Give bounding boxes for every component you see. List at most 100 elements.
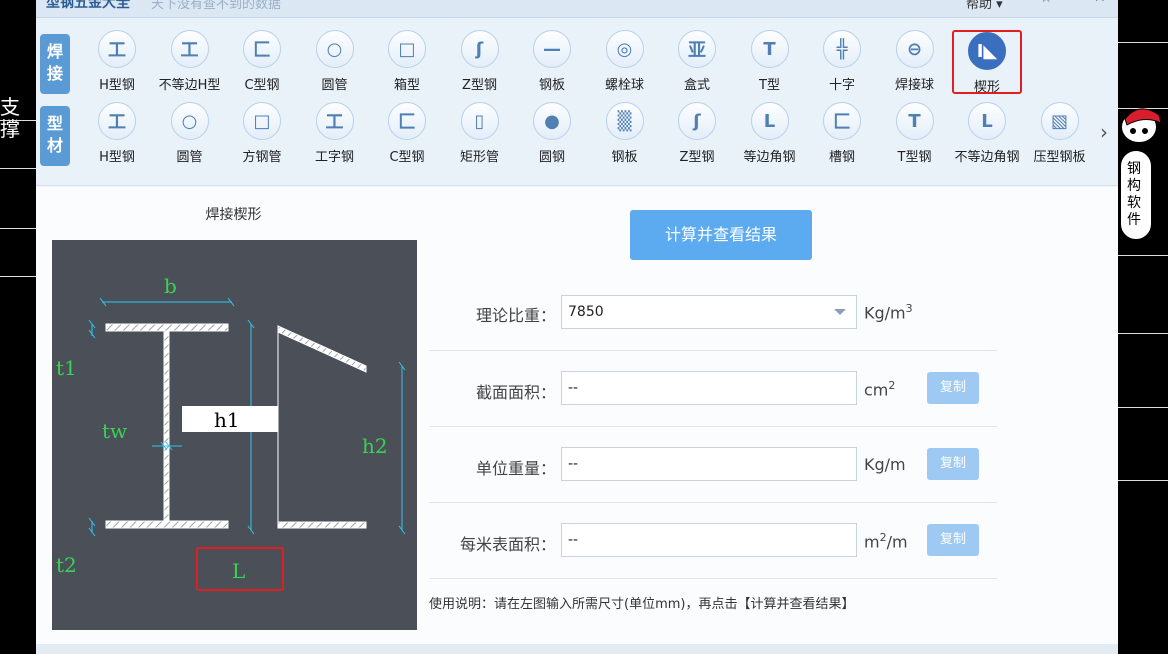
toolbar-item-label: 钢板: [611, 150, 638, 165]
copy-surface-button[interactable]: 复制: [927, 524, 979, 556]
toolbar-item[interactable]: 匚槽钢: [807, 102, 877, 166]
density-select[interactable]: 7850: [561, 295, 857, 329]
toolbar-item[interactable]: 工工字钢: [300, 102, 370, 166]
toolbar-item-label: 圆钢: [538, 150, 565, 165]
toolbar-item[interactable]: T T型钢: [880, 102, 950, 166]
dim-label-tw: tw: [102, 419, 127, 443]
close-icon[interactable]: ✕: [1094, 0, 1106, 6]
dim-label-l: L: [232, 559, 245, 583]
calculate-button[interactable]: 计算并查看结果: [630, 210, 812, 260]
category-profile[interactable]: 型材: [40, 106, 70, 166]
divider: [429, 426, 997, 427]
toolbar-item[interactable]: □ 方钢管: [227, 102, 297, 166]
surface-field[interactable]: --: [561, 523, 857, 557]
equal-angle-icon: L: [750, 102, 789, 140]
h-beam-icon: 工: [98, 30, 136, 68]
divider: [429, 350, 997, 351]
toolbar-item[interactable]: □ 箱型: [372, 30, 442, 94]
cad-text: 支撑: [0, 95, 20, 141]
rect-tube-icon: ▯: [460, 102, 499, 140]
cad-line: [0, 228, 36, 229]
top-flange: [105, 323, 229, 332]
toolbar-item-label: 螺栓球: [604, 78, 644, 93]
toolbar-item-label: 槽钢: [828, 150, 855, 165]
title-bar: 型钢五金大全 天下没有查不到的数据 帮助 ▾ ☆ – ✕: [36, 0, 1118, 18]
toolbar-item-label: C型钢: [244, 78, 280, 93]
toolbar-item[interactable]: ʃ Z型钢: [445, 30, 515, 94]
wedge-diagram: b t1 tw h2 t2 L h1: [52, 240, 417, 630]
app-title: 型钢五金大全: [46, 0, 130, 11]
app-window: 型钢五金大全 天下没有查不到的数据 帮助 ▾ ☆ – ✕ 焊接 型材 工H型钢工…: [36, 0, 1118, 654]
cad-line: [0, 168, 36, 169]
help-menu[interactable]: 帮助 ▾: [966, 0, 1003, 12]
toolbar-item[interactable]: — 钢板: [517, 30, 587, 94]
toolbar-item[interactable]: 工 H型钢: [82, 102, 152, 166]
toolbar-item-label: 钢板: [538, 78, 565, 93]
toolbar-item[interactable]: 工 H型钢: [82, 30, 152, 94]
toolbar-item[interactable]: ○ 圆管: [155, 102, 225, 166]
unequal-h-icon: 工: [170, 30, 209, 68]
copy-weight-button[interactable]: 复制: [927, 448, 979, 480]
toolbar-item[interactable]: 工不等边H型: [155, 30, 225, 94]
toolbar-item[interactable]: ▧ 压型钢板: [1025, 102, 1095, 166]
toolbar-item[interactable]: ● 圆钢: [517, 102, 587, 166]
weight-field[interactable]: --: [561, 447, 857, 481]
toolbar-item[interactable]: ▯ 矩形管: [445, 102, 515, 166]
toolbar-item[interactable]: ʃ Z型钢: [662, 102, 732, 166]
weight-value: --: [568, 456, 579, 472]
dim-label-b: b: [164, 274, 177, 298]
chevron-down-icon[interactable]: [834, 309, 846, 315]
toolbar-item-label: Z型钢: [462, 78, 497, 93]
toolbar-item-label: 不等边角钢: [954, 150, 1020, 165]
area-field[interactable]: --: [561, 371, 857, 405]
copy-area-button[interactable]: 复制: [927, 372, 979, 404]
toolbar-item[interactable]: 匚 C型钢: [372, 102, 442, 166]
mascot-text: 钢构软件: [1127, 161, 1141, 228]
toolbar-item[interactable]: ○ 圆管: [300, 30, 370, 94]
toolbar-item[interactable]: I◣ 楔形: [952, 30, 1022, 95]
cad-line: [1118, 480, 1168, 481]
toolbar-item-label: 矩形管: [459, 150, 499, 165]
toolbar-item-label: 十字: [828, 78, 855, 93]
cad-background-left: 支撑: [0, 0, 36, 654]
wedge-icon: I◣: [968, 32, 1006, 70]
minimize-icon[interactable]: –: [1068, 0, 1075, 6]
category-welding[interactable]: 焊接: [40, 34, 70, 94]
toolbar-item-label: 楔形: [973, 80, 1000, 95]
density-label: 理论比重：: [475, 306, 556, 325]
dim-label-t2: t2: [56, 553, 77, 577]
mascot-head-icon: [1120, 108, 1162, 144]
toolbar-item[interactable]: L 不等边角钢: [952, 102, 1022, 166]
toolbar-item[interactable]: ▒ 钢板: [590, 102, 660, 166]
toolbar-item-label: 盒式: [683, 78, 710, 93]
unequal-angle-icon: L: [968, 102, 1006, 140]
toolbar-item-label: 圆管: [321, 78, 348, 93]
usage-note: 使用说明：请在左图输入所需尺寸(单位mm)，再点击【计算并查看结果】: [429, 597, 855, 612]
toolbar-item[interactable]: 亚盒式: [662, 30, 732, 94]
pin-icon[interactable]: ☆: [1040, 0, 1053, 6]
toolbar-item[interactable]: ◎ 螺栓球: [590, 30, 660, 94]
toolbar-item[interactable]: ╬ 十字: [807, 30, 877, 94]
status-bar: [36, 644, 1118, 654]
toolbar-item[interactable]: 匚 C型钢: [227, 30, 297, 94]
cad-background-right: [1118, 0, 1168, 654]
shape-toolbar: 焊接 型材 工 H型钢工不等边H型匚 C型钢 ○ 圆管 □ 箱型 ʃ Z型钢 — 钢板 ◎ 螺栓球亚盒式…: [36, 18, 1118, 186]
category-label: 焊接: [46, 42, 63, 83]
profiled-sheet-icon: ▧: [1040, 102, 1079, 140]
content-area: 焊接楔形 b t1 tw h2 t2 L h1 计算并查看结果 理论比重： 78…: [36, 187, 1118, 654]
dim-label-t1: t1: [56, 356, 77, 380]
round-bar-icon: ●: [533, 102, 571, 140]
toolbar-item[interactable]: ⊖ 焊接球: [880, 30, 950, 94]
chevron-right-icon[interactable]: ›: [1100, 120, 1108, 144]
cross-section-icon: ╬: [823, 30, 861, 68]
wedge-bottom-edge: [277, 521, 367, 529]
toolbar-item-label: 圆管: [176, 150, 203, 165]
wedge-top-edge: [277, 325, 367, 373]
toolbar-item-label: 方钢管: [242, 150, 282, 165]
area-unit: cm2: [864, 379, 895, 399]
toolbar-item-label: Z型钢: [679, 150, 715, 165]
toolbar-item[interactable]: L 等边角钢: [735, 102, 805, 166]
welded-ball-icon: ⊖: [895, 30, 934, 68]
divider: [429, 502, 997, 503]
toolbar-item[interactable]: T T型: [735, 30, 805, 94]
